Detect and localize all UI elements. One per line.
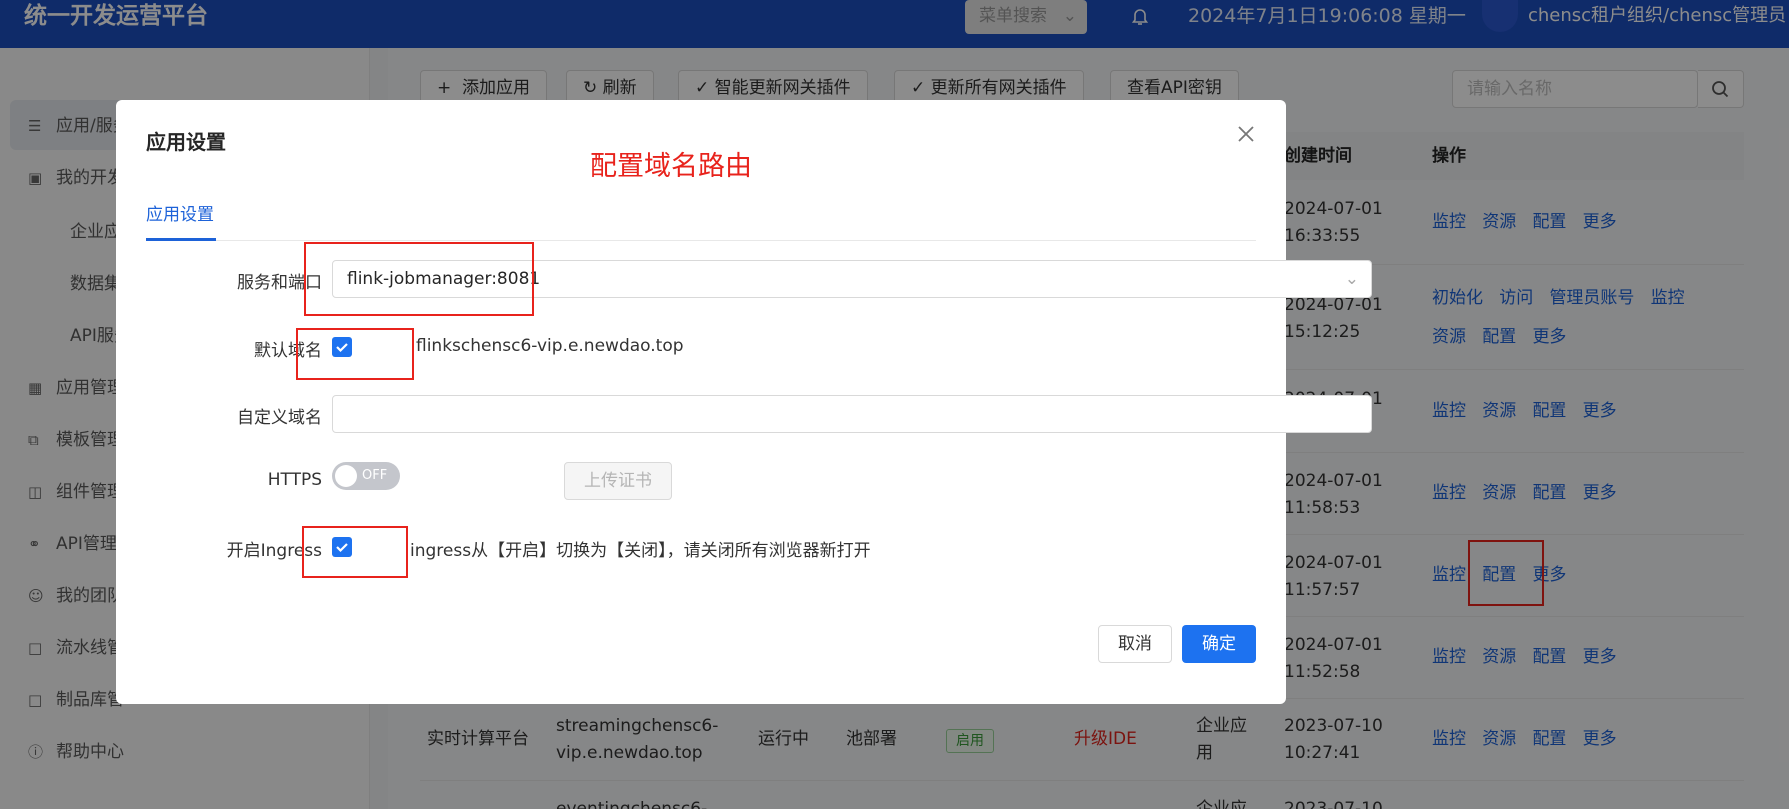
custom-domain-label: 自定义域名 xyxy=(237,408,322,428)
custom-domain-input[interactable] xyxy=(332,395,1372,433)
cancel-button[interactable]: 取消 xyxy=(1098,625,1172,663)
default-domain-value: flinkschensc6-vip.e.newdao.top xyxy=(416,336,684,356)
tab-app-settings[interactable]: 应用设置 xyxy=(146,200,214,225)
tab-divider xyxy=(146,240,1256,241)
highlight-service-port xyxy=(304,242,534,316)
https-label: HTTPS xyxy=(267,470,322,490)
chevron-down-icon: ⌄ xyxy=(1344,269,1359,289)
app-settings-modal: 应用设置 配置域名路由 应用设置 服务和端口 flink-jobmanager:… xyxy=(116,100,1372,704)
annotation-text: 配置域名路由 xyxy=(590,151,752,182)
modal-title: 应用设置 xyxy=(146,130,226,154)
https-toggle[interactable]: OFF xyxy=(332,462,400,490)
highlight-ingress xyxy=(302,526,408,578)
toggle-text: OFF xyxy=(362,468,388,483)
close-icon[interactable] xyxy=(1234,122,1258,146)
ingress-note: ingress从【开启】切换为【关闭】，请关闭所有浏览器新打开 xyxy=(410,541,871,561)
ok-button[interactable]: 确定 xyxy=(1182,625,1256,663)
upload-cert-button[interactable]: 上传证书 xyxy=(564,462,672,500)
highlight-default-domain xyxy=(296,328,414,380)
tab-active-indicator xyxy=(146,238,216,241)
toggle-knob xyxy=(335,465,357,487)
